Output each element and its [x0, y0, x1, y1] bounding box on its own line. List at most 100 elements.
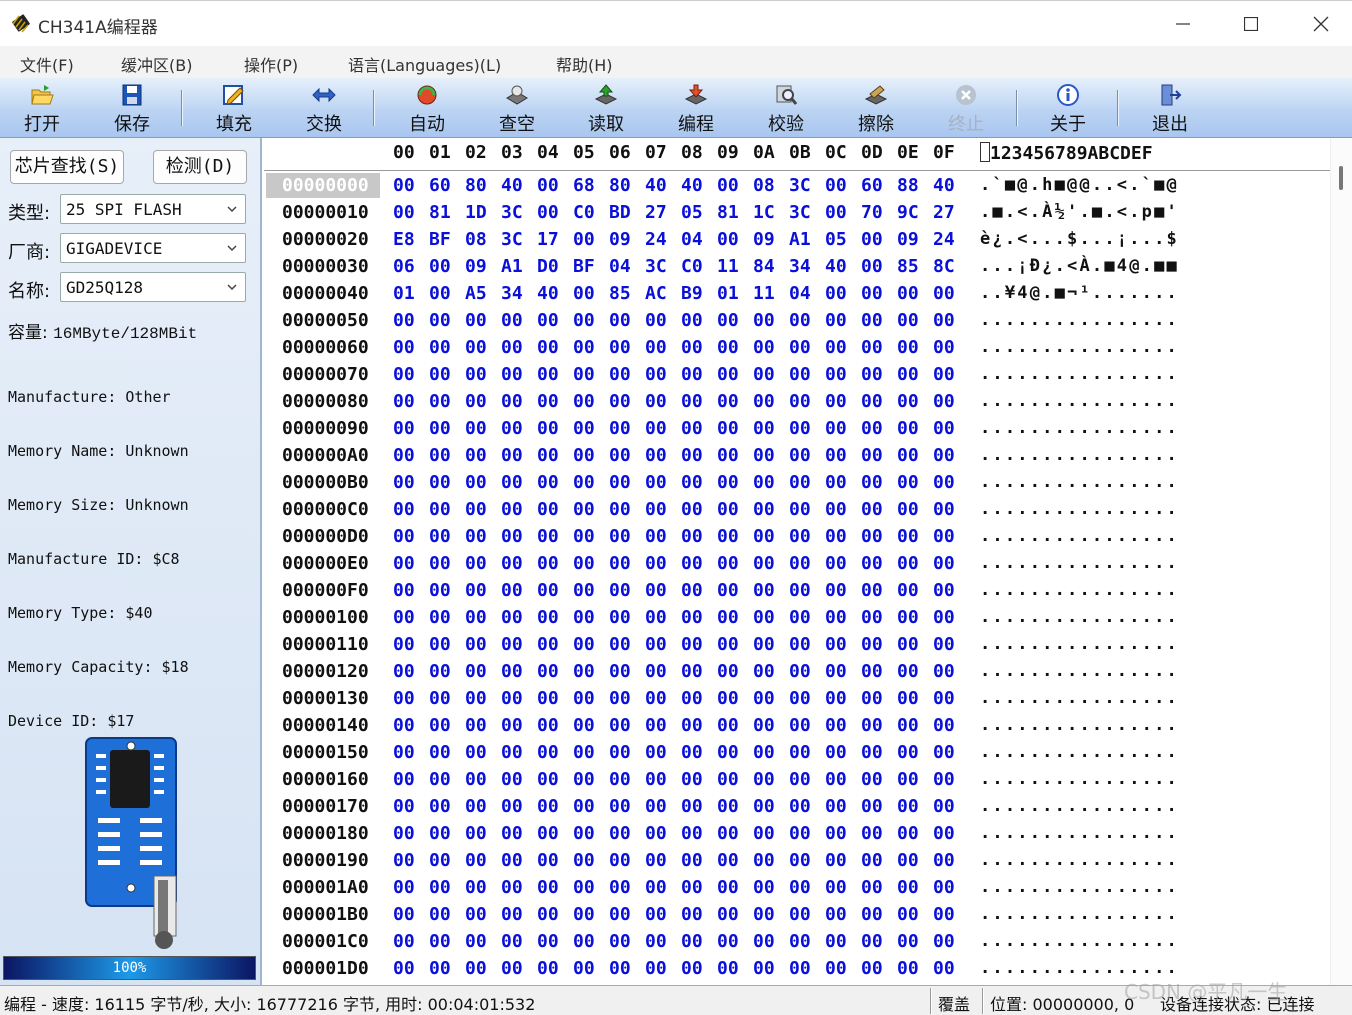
swap-button[interactable]: 交换 [292, 78, 356, 138]
hex-row[interactable]: 000000F0 00 00 00 00 00 00 00 00 00 00 00 00 00 00 00 00… [264, 577, 1330, 604]
hex-byte[interactable]: 00 [933, 337, 955, 358]
hex-byte[interactable]: 00 [429, 283, 451, 304]
hex-byte[interactable]: 00 [429, 256, 451, 277]
hex-byte[interactable]: 00 [501, 823, 523, 844]
hex-byte[interactable]: 00 [393, 661, 415, 682]
hex-byte[interactable]: 00 [393, 364, 415, 385]
hex-byte[interactable]: 00 [753, 850, 775, 871]
hex-byte[interactable]: 00 [753, 418, 775, 439]
hex-byte[interactable]: 00 [645, 688, 667, 709]
ascii-text[interactable]: ................ [980, 796, 1179, 816]
hex-byte[interactable]: 00 [537, 391, 559, 412]
hex-byte[interactable]: 00 [573, 418, 595, 439]
hex-byte[interactable]: 00 [717, 877, 739, 898]
ascii-text[interactable]: ................ [980, 931, 1179, 951]
hex-byte[interactable]: 00 [789, 769, 811, 790]
hex-byte[interactable]: 00 [825, 769, 847, 790]
hex-byte[interactable]: A1 [501, 256, 523, 277]
hex-byte[interactable]: 00 [789, 553, 811, 574]
hex-byte[interactable]: 00 [681, 931, 703, 952]
hex-byte[interactable]: 00 [609, 796, 631, 817]
verify-button[interactable]: 校验 [754, 78, 818, 138]
hex-byte[interactable]: 00 [501, 526, 523, 547]
blank-check-button[interactable]: 查空 [485, 78, 549, 138]
hex-byte[interactable]: 01 [717, 283, 739, 304]
hex-byte[interactable]: 00 [573, 229, 595, 250]
hex-byte[interactable]: 00 [897, 580, 919, 601]
hex-byte[interactable]: 00 [717, 472, 739, 493]
hex-byte[interactable]: 00 [897, 958, 919, 979]
hex-byte[interactable]: 00 [501, 391, 523, 412]
hex-byte[interactable]: 81 [717, 202, 739, 223]
hex-editor[interactable]: 00 01 02 03 04 05 06 07 08 09 0A 0B 0C 0D 0E 0F 1234567… [264, 138, 1352, 985]
ascii-text[interactable]: ................ [980, 715, 1179, 735]
hex-byte[interactable]: 00 [933, 499, 955, 520]
hex-byte[interactable]: 00 [537, 310, 559, 331]
hex-byte[interactable]: 00 [933, 823, 955, 844]
hex-byte[interactable]: 00 [861, 283, 883, 304]
hex-byte[interactable]: 00 [393, 634, 415, 655]
hex-byte[interactable]: 00 [681, 391, 703, 412]
hex-row[interactable]: 00000040 01 00 A5 34 40 00 85 AC B9 01 11 04 00 00 00 00… [264, 280, 1330, 307]
ascii-text[interactable]: ................ [980, 850, 1179, 870]
hex-byte[interactable]: 00 [681, 958, 703, 979]
hex-byte[interactable]: 00 [825, 850, 847, 871]
hex-byte[interactable]: 00 [789, 391, 811, 412]
hex-byte[interactable]: 24 [645, 229, 667, 250]
hex-byte[interactable]: 00 [897, 634, 919, 655]
hex-byte[interactable]: 00 [609, 391, 631, 412]
hex-byte[interactable]: 00 [537, 661, 559, 682]
hex-byte[interactable]: 00 [933, 283, 955, 304]
hex-byte[interactable]: 00 [789, 661, 811, 682]
hex-byte[interactable]: 00 [933, 472, 955, 493]
hex-byte[interactable]: 00 [645, 904, 667, 925]
hex-byte[interactable]: 00 [681, 661, 703, 682]
hex-byte[interactable]: 00 [573, 472, 595, 493]
hex-byte[interactable]: 00 [465, 607, 487, 628]
hex-byte[interactable]: 00 [717, 904, 739, 925]
hex-byte[interactable]: 00 [609, 904, 631, 925]
ascii-text[interactable]: ................ [980, 904, 1179, 924]
hex-byte[interactable]: 00 [501, 634, 523, 655]
hex-row[interactable]: 00000150 00 00 00 00 00 00 00 00 00 00 00 00 00 00 00 00… [264, 739, 1330, 766]
hex-row[interactable]: 000000E0 00 00 00 00 00 00 00 00 00 00 00 00 00 00 00 00… [264, 550, 1330, 577]
hex-byte[interactable]: 00 [789, 823, 811, 844]
hex-byte[interactable]: 80 [465, 175, 487, 196]
hex-byte[interactable]: 08 [465, 229, 487, 250]
hex-byte[interactable]: 00 [429, 931, 451, 952]
hex-byte[interactable]: 00 [753, 607, 775, 628]
hex-byte[interactable]: 00 [897, 391, 919, 412]
hex-byte[interactable]: 85 [897, 256, 919, 277]
hex-byte[interactable]: 00 [393, 742, 415, 763]
hex-byte[interactable]: 1D [465, 202, 487, 223]
hex-byte[interactable]: 00 [465, 958, 487, 979]
hex-byte[interactable]: 00 [789, 877, 811, 898]
hex-byte[interactable]: 11 [753, 283, 775, 304]
hex-byte[interactable]: 00 [537, 418, 559, 439]
hex-byte[interactable]: 00 [429, 742, 451, 763]
ascii-text[interactable]: ................ [980, 526, 1179, 546]
hex-byte[interactable]: 00 [681, 742, 703, 763]
hex-byte[interactable]: 00 [609, 850, 631, 871]
hex-byte[interactable]: 00 [789, 688, 811, 709]
hex-byte[interactable]: 00 [681, 310, 703, 331]
open-button[interactable]: 打开 [10, 78, 74, 138]
hex-byte[interactable]: 00 [789, 499, 811, 520]
hex-row[interactable]: 00000160 00 00 00 00 00 00 00 00 00 00 00 00 00 00 00 00… [264, 766, 1330, 793]
hex-byte[interactable]: 00 [897, 472, 919, 493]
hex-byte[interactable]: 00 [393, 688, 415, 709]
hex-byte[interactable]: 00 [789, 526, 811, 547]
hex-byte[interactable]: 00 [645, 445, 667, 466]
hex-byte[interactable]: 00 [429, 823, 451, 844]
hex-byte[interactable]: 00 [861, 499, 883, 520]
hex-byte[interactable]: 00 [825, 283, 847, 304]
hex-byte[interactable]: 3C [645, 256, 667, 277]
hex-byte[interactable]: 00 [573, 634, 595, 655]
hex-byte[interactable]: 00 [429, 445, 451, 466]
hex-byte[interactable]: 00 [933, 661, 955, 682]
hex-byte[interactable]: 00 [825, 472, 847, 493]
hex-row[interactable]: 00000140 00 00 00 00 00 00 00 00 00 00 00 00 00 00 00 00… [264, 712, 1330, 739]
hex-byte[interactable]: 00 [501, 553, 523, 574]
hex-byte[interactable]: 00 [645, 715, 667, 736]
hex-byte[interactable]: 00 [465, 688, 487, 709]
